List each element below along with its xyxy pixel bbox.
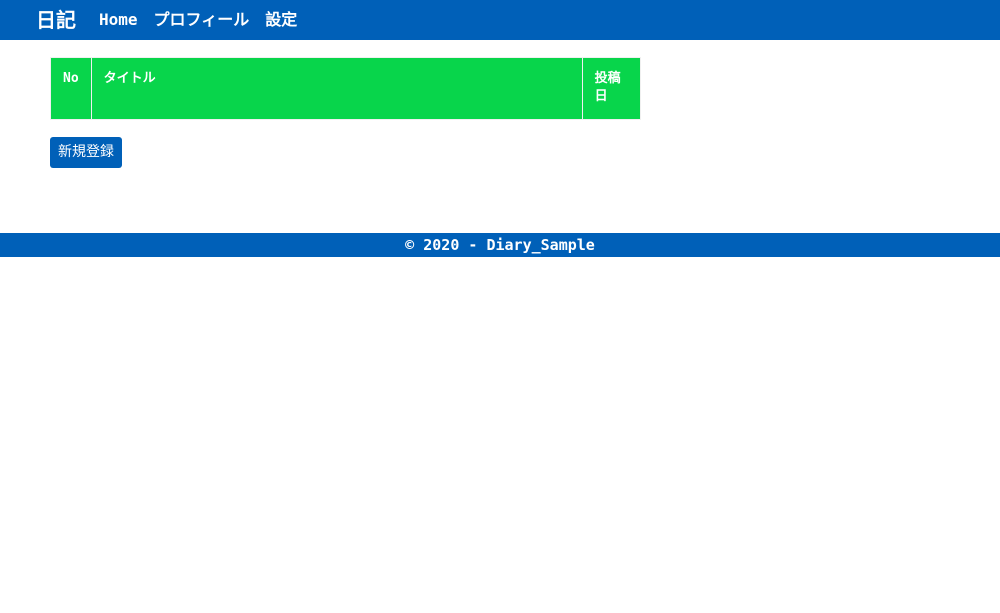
nav-links: Home プロフィール 設定 bbox=[99, 10, 297, 30]
table-header-row: No タイトル 投稿日 bbox=[50, 57, 641, 120]
column-header-posted-date: 投稿日 bbox=[581, 57, 641, 120]
nav-link-home[interactable]: Home bbox=[99, 10, 138, 30]
column-header-no: No bbox=[50, 57, 92, 120]
new-entry-button[interactable]: 新規登録 bbox=[50, 137, 122, 168]
nav-link-settings[interactable]: 設定 bbox=[265, 10, 297, 30]
top-navbar: 日記 Home プロフィール 設定 bbox=[0, 0, 1000, 40]
diary-table: No タイトル 投稿日 bbox=[50, 57, 641, 120]
brand-link[interactable]: 日記 bbox=[36, 7, 76, 33]
column-header-title: タイトル bbox=[90, 57, 583, 120]
table-header: No タイトル 投稿日 bbox=[50, 57, 641, 120]
nav-link-profile[interactable]: プロフィール bbox=[154, 10, 250, 30]
footer: © 2020 - Diary_Sample bbox=[0, 233, 1000, 257]
footer-copyright: © 2020 - Diary_Sample bbox=[405, 236, 595, 254]
